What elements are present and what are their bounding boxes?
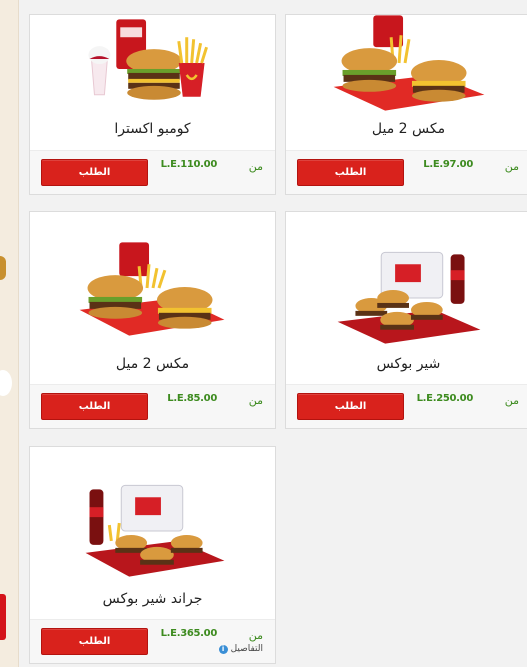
item-price: L.E.97.00 <box>423 159 473 170</box>
price-prefix: من <box>504 160 519 173</box>
info-icon: i <box>218 644 228 654</box>
menu-card-grand-share-box[interactable]: جراند شير بوكس الطلب L.E.365.00 من التفا… <box>29 446 276 664</box>
mix-2-meal-image <box>333 15 485 111</box>
menu-card-share-box[interactable]: شير بوكس الطلب L.E.250.00 من <box>285 211 527 429</box>
mix-2-meal-image <box>79 242 225 336</box>
item-price: L.E.85.00 <box>167 393 217 404</box>
card-footer: الطلب L.E.85.00 من <box>30 384 275 428</box>
order-button[interactable]: الطلب <box>41 628 148 655</box>
menu-card-mix-2-meal-2[interactable]: مكس 2 ميل الطلب L.E.85.00 من <box>29 211 276 429</box>
combo-extra-image <box>88 19 208 100</box>
partial-product-image <box>0 256 6 280</box>
order-button[interactable]: الطلب <box>41 159 148 186</box>
left-sidebar-strip <box>0 0 19 667</box>
price-prefix: من <box>504 394 519 407</box>
item-price: L.E.250.00 <box>416 393 474 404</box>
menu-card-mix-2-meal[interactable]: مكس 2 ميل الطلب L.E.97.00 من <box>285 14 527 195</box>
card-footer: الطلب L.E.250.00 من <box>286 384 527 428</box>
item-name: مكس 2 ميل <box>115 356 190 372</box>
item-name: كومبو اكسترا <box>114 121 191 137</box>
details-link[interactable]: التفاصيل i <box>218 644 263 654</box>
partial-red-button[interactable] <box>0 594 6 640</box>
menu-card-combo-extra[interactable]: كومبو اكسترا الطلب L.E.110.00 من <box>29 14 276 195</box>
card-footer: الطلب L.E.97.00 من <box>286 150 527 194</box>
price-prefix: من <box>248 160 263 173</box>
order-button[interactable]: الطلب <box>297 159 404 186</box>
item-price: L.E.110.00 <box>160 159 218 170</box>
item-name: مكس 2 ميل <box>371 121 446 137</box>
item-price: L.E.365.00 <box>160 628 218 639</box>
share-box-image <box>337 251 481 344</box>
card-footer: الطلب L.E.365.00 من التفاصيل i <box>30 619 275 663</box>
order-button[interactable]: الطلب <box>41 393 148 420</box>
decorative-cloud <box>0 370 12 396</box>
price-prefix: من <box>248 629 263 642</box>
card-footer: الطلب L.E.110.00 من <box>30 150 275 194</box>
price-prefix: من <box>248 394 263 407</box>
grand-share-box-image <box>85 484 225 577</box>
order-button[interactable]: الطلب <box>297 393 404 420</box>
details-label: التفاصيل <box>230 644 263 654</box>
item-name: شير بوكس <box>376 356 441 372</box>
item-name: جراند شير بوكس <box>102 591 203 607</box>
